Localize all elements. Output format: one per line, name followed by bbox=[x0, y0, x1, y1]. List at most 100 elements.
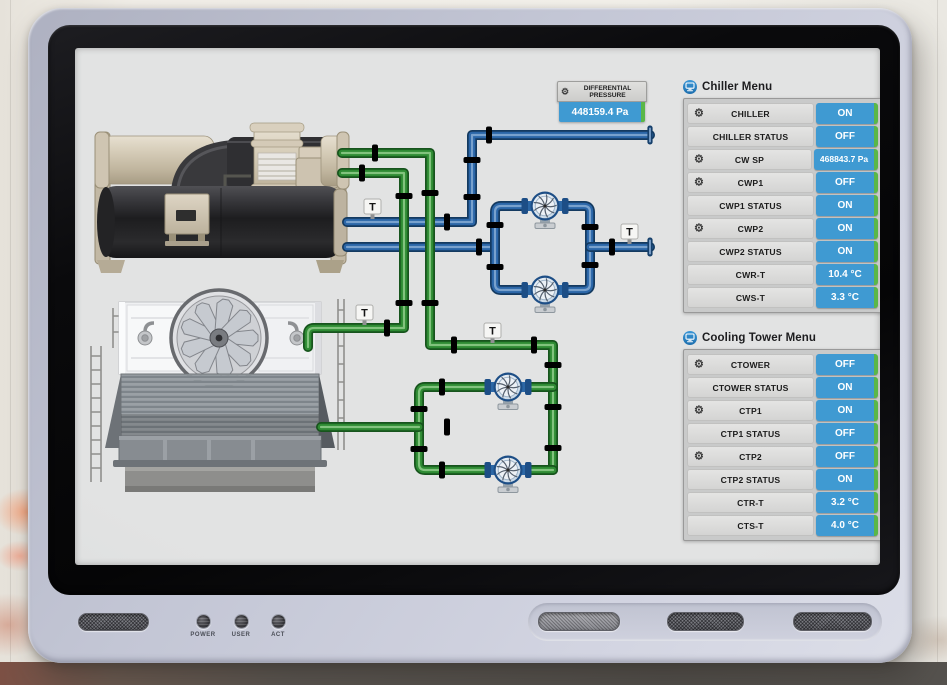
ctp2-pump-icon bbox=[485, 456, 532, 493]
row-label: ⚙ CWP1 bbox=[687, 172, 814, 193]
row-label: ⚙ CTP2 bbox=[687, 446, 814, 467]
screen-bezel: T T T T ⚙ DIFFERENTIAL bbox=[48, 25, 900, 595]
menu-row: ⚙ CWP1 OFF bbox=[687, 172, 878, 193]
backdrop-seam-left bbox=[10, 0, 11, 685]
row-label-text: CWP2 bbox=[738, 224, 764, 234]
temp-sensor-cts: T bbox=[356, 305, 373, 325]
svg-text:T: T bbox=[489, 326, 496, 338]
row-label-text: CWR-T bbox=[736, 270, 766, 280]
row-label-text: CTP1 STATUS bbox=[721, 429, 781, 439]
hmi-terminal-icon bbox=[683, 80, 697, 94]
hmi-screen: T T T T ⚙ DIFFERENTIAL bbox=[75, 48, 880, 565]
row-label-text: CWP1 bbox=[738, 178, 764, 188]
row-label: ⚙ CW SP bbox=[687, 149, 812, 170]
backdrop-table-edge bbox=[0, 662, 947, 685]
gear-icon[interactable]: ⚙ bbox=[694, 177, 704, 188]
gear-icon[interactable]: ⚙ bbox=[694, 223, 704, 234]
chiller-menu-panel: ⚙CHILLERONCHILLER STATUSOFF⚙CW SP468843.… bbox=[683, 98, 880, 313]
row-label-text: CW SP bbox=[735, 155, 764, 165]
menu-row: CTR-T 3.2 °C bbox=[687, 492, 878, 513]
menu-row: ⚙ CWP2 ON bbox=[687, 218, 878, 239]
row-value-button: 10.4 °C bbox=[816, 264, 878, 285]
differential-pressure-header: ⚙ DIFFERENTIAL PRESSURE bbox=[557, 81, 647, 102]
row-label: ⚙ CTP1 bbox=[687, 400, 814, 421]
row-value-button: ON bbox=[816, 377, 878, 398]
row-label: CWP1 STATUS bbox=[687, 195, 814, 216]
row-label: CWP2 STATUS bbox=[687, 241, 814, 262]
menu-row: ⚙ CTOWER OFF bbox=[687, 354, 878, 375]
menu-row: CHILLER STATUS OFF bbox=[687, 126, 878, 147]
row-label-text: CWP1 STATUS bbox=[719, 201, 782, 211]
gear-icon[interactable]: ⚙ bbox=[694, 108, 704, 119]
row-value-button: 3.2 °C bbox=[816, 492, 878, 513]
gear-icon[interactable]: ⚙ bbox=[694, 359, 704, 370]
row-label: CWR-T bbox=[687, 264, 814, 285]
power-led bbox=[196, 614, 211, 629]
row-label-text: CHILLER STATUS bbox=[713, 132, 789, 142]
cooling-tower-graphic bbox=[91, 290, 344, 492]
menu-row: CWR-T 10.4 °C bbox=[687, 264, 878, 285]
row-label-text: CTOWER bbox=[731, 360, 770, 370]
backdrop-seam-right bbox=[937, 0, 938, 685]
menu-row: CTS-T4.0 °C bbox=[687, 515, 878, 536]
row-value-button[interactable]: OFF bbox=[816, 354, 878, 375]
row-label-text: CWS-T bbox=[736, 293, 765, 303]
cwp1-pump-icon bbox=[522, 192, 569, 229]
row-label: ⚙ CTOWER bbox=[687, 354, 814, 375]
row-label-text: CTP2 bbox=[739, 452, 762, 462]
chiller-menu-title: Chiller Menu bbox=[702, 81, 772, 93]
vent-grille bbox=[538, 612, 620, 631]
vent-grille bbox=[667, 612, 744, 631]
svg-text:T: T bbox=[626, 227, 633, 239]
cooling-tower-menu-panel: ⚙CTOWEROFFCTOWER STATUSON⚙CTP1ONCTP1 STA… bbox=[683, 349, 880, 541]
row-label-text: CTOWER STATUS bbox=[712, 383, 788, 393]
menu-row: CTP1 STATUS OFF bbox=[687, 423, 878, 444]
svg-text:T: T bbox=[361, 308, 368, 320]
row-value-button[interactable]: 468843.7 Pa bbox=[814, 149, 878, 170]
menu-row: ⚙ CW SP 468843.7 Pa bbox=[687, 149, 878, 170]
menu-row: ⚙CHILLERON bbox=[687, 103, 878, 124]
speaker-grille bbox=[78, 613, 149, 631]
menu-row: CWP1 STATUS ON bbox=[687, 195, 878, 216]
menu-row: CTP2 STATUS ON bbox=[687, 469, 878, 490]
row-label-text: CTP2 STATUS bbox=[721, 475, 781, 485]
row-value-button[interactable]: OFF bbox=[816, 446, 878, 467]
row-label: ⚙ CWP2 bbox=[687, 218, 814, 239]
temp-sensor-cwr: T bbox=[621, 224, 638, 244]
row-label: CWS-T bbox=[687, 287, 814, 308]
gear-icon[interactable]: ⚙ bbox=[561, 86, 569, 97]
user-led bbox=[234, 614, 249, 629]
gear-icon[interactable]: ⚙ bbox=[694, 405, 704, 416]
chiller-menu-header: Chiller Menu bbox=[683, 79, 880, 95]
row-label-text: CTR-T bbox=[737, 498, 764, 508]
row-label: ⚙CHILLER bbox=[687, 103, 814, 124]
row-label-text: CTS-T bbox=[737, 521, 763, 531]
vent-grille bbox=[793, 612, 872, 631]
row-label: CTP1 STATUS bbox=[687, 423, 814, 444]
menu-row: CTOWER STATUS ON bbox=[687, 377, 878, 398]
act-led-label: ACT bbox=[256, 632, 300, 638]
act-led bbox=[271, 614, 286, 629]
differential-pressure-display: ⚙ DIFFERENTIAL PRESSURE 448159.4 Pa bbox=[557, 81, 647, 122]
row-value-button: 3.3 °C bbox=[816, 287, 878, 308]
menu-row: ⚙ CTP2 OFF bbox=[687, 446, 878, 467]
row-value-button: OFF bbox=[816, 126, 878, 147]
gear-icon[interactable]: ⚙ bbox=[694, 154, 704, 165]
row-value-button[interactable]: ON bbox=[816, 400, 878, 421]
row-value-button[interactable]: ON bbox=[816, 103, 878, 124]
row-value-button: ON bbox=[816, 469, 878, 490]
row-label-text: CTP1 bbox=[739, 406, 762, 416]
gear-icon[interactable]: ⚙ bbox=[694, 451, 704, 462]
temp-sensor-cws: T bbox=[364, 199, 381, 219]
differential-pressure-title: DIFFERENTIAL PRESSURE bbox=[584, 85, 632, 99]
menu-row: ⚙ CTP1 ON bbox=[687, 400, 878, 421]
row-value-button: OFF bbox=[816, 423, 878, 444]
menu-row: CWP2 STATUSON bbox=[687, 241, 878, 262]
chiller-menu: Chiller Menu ⚙CHILLERONCHILLER STATUSOFF… bbox=[683, 79, 880, 313]
cooling-tower-menu: Cooling Tower Menu ⚙CTOWEROFFCTOWER STAT… bbox=[683, 330, 880, 541]
cooling-tower-menu-header: Cooling Tower Menu bbox=[683, 330, 880, 346]
row-value-button: ON bbox=[816, 195, 878, 216]
row-value-button[interactable]: ON bbox=[816, 218, 878, 239]
panel-pc-device: T T T T ⚙ DIFFERENTIAL bbox=[28, 8, 912, 663]
row-value-button[interactable]: OFF bbox=[816, 172, 878, 193]
